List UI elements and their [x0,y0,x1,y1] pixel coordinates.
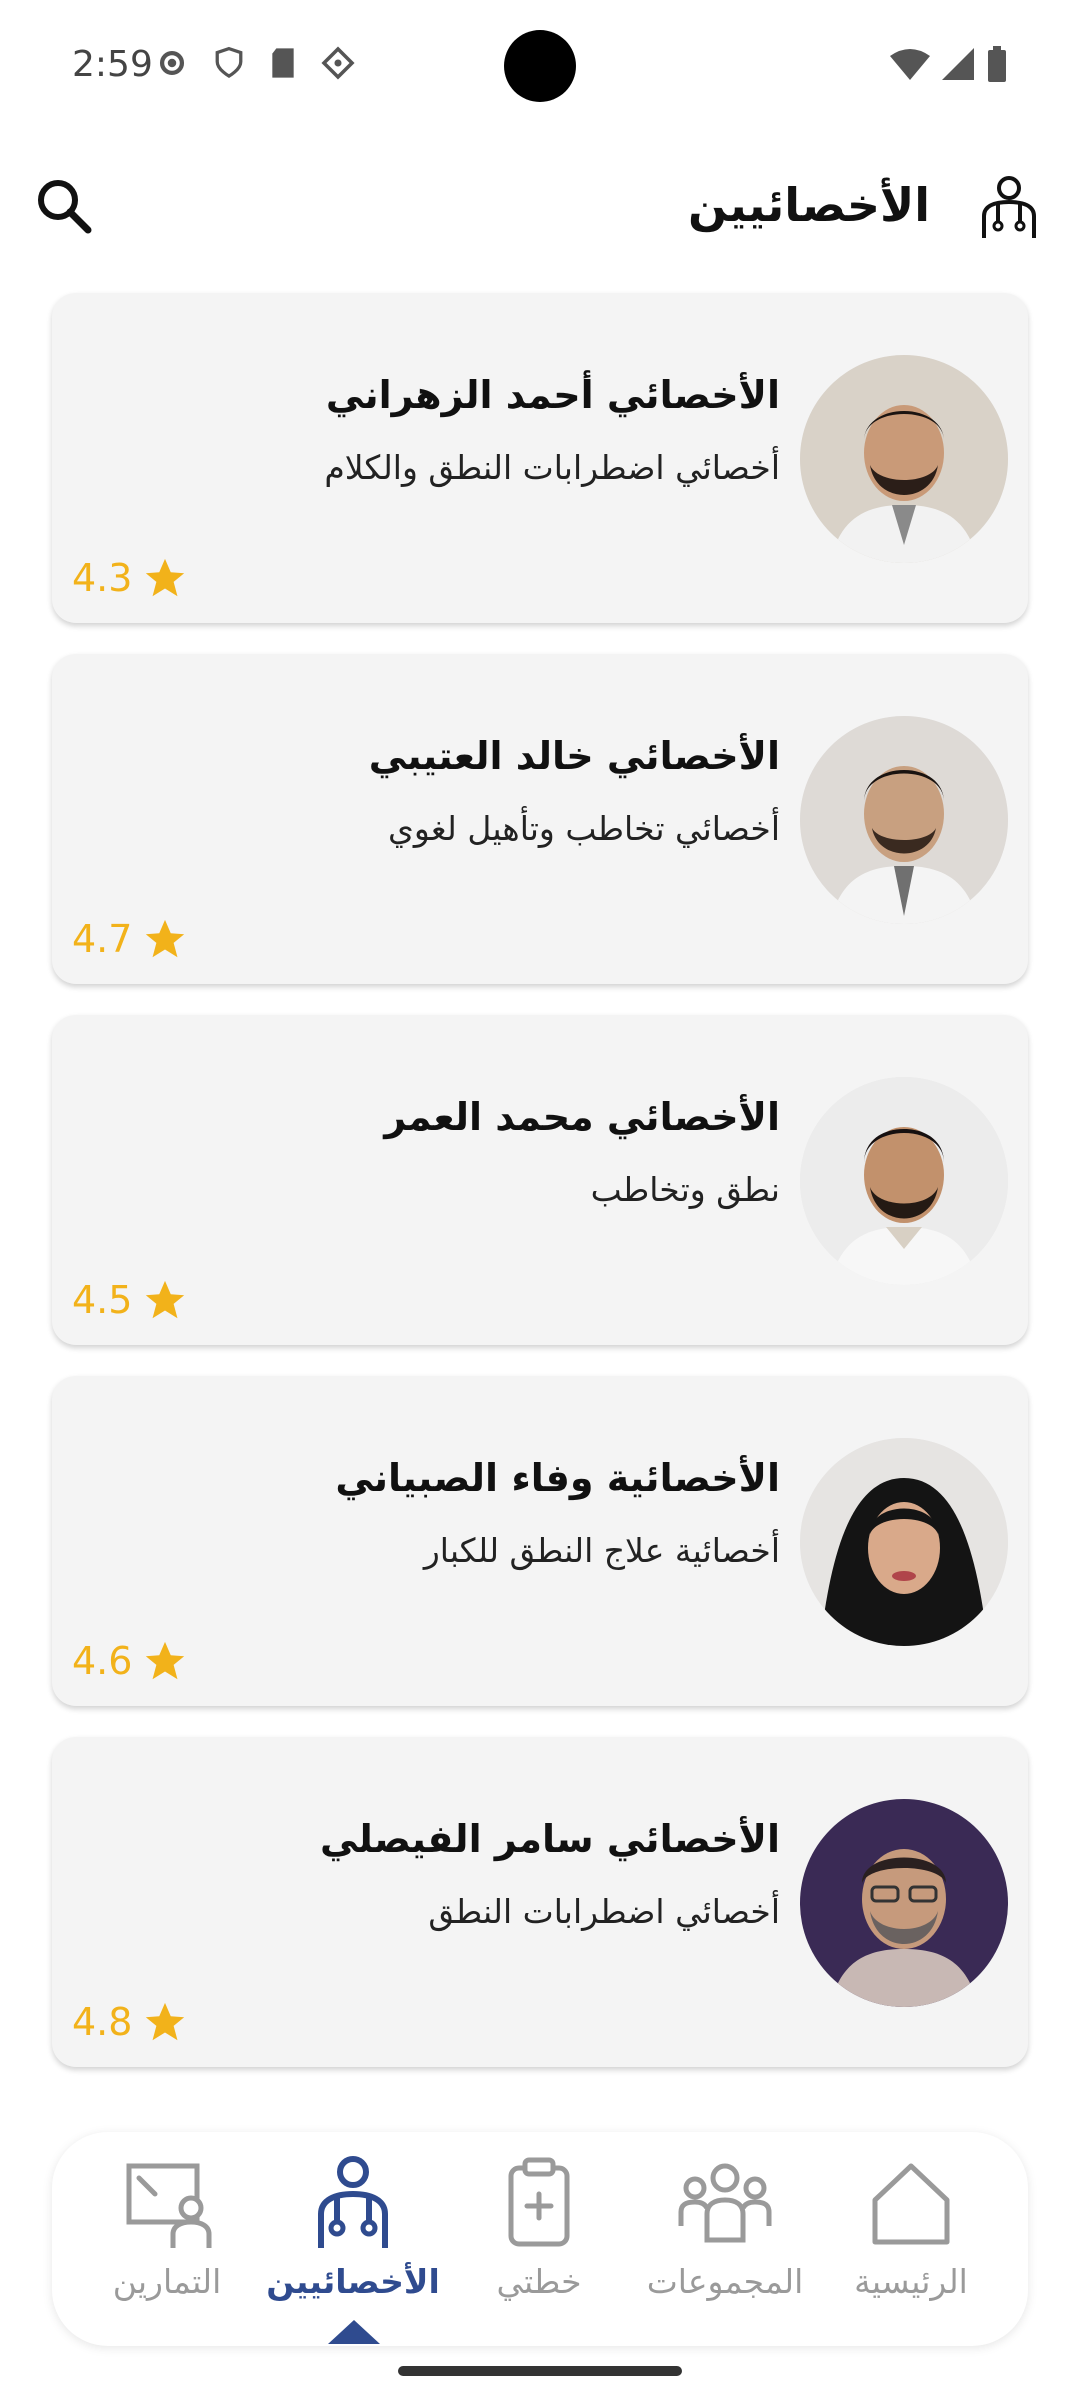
specialist-card[interactable]: الأخصائي خالد العتيبي أخصائي تخاطب وتأهي… [52,654,1028,984]
active-tab-indicator [328,2320,380,2344]
wifi-icon [890,49,930,80]
nav-groups[interactable]: المجموعات [630,2152,820,2332]
nav-label: المجموعات [646,2262,804,2301]
star-icon [146,1280,185,1319]
specialists-list: الأخصائي أحمد الزهراني أخصائي اضطرابات ا… [52,293,1028,2098]
nav-label: خطتي [496,2262,582,2301]
settings-icon [159,50,185,76]
exercise-board-icon [126,2163,212,2248]
search-icon [38,180,92,234]
star-icon [146,919,185,958]
star-icon [146,558,185,597]
rating-value: 4.3 [72,556,133,600]
rating: 4.8 [72,1999,188,2045]
battery-icon [988,46,1006,82]
nav-label: التمارين [112,2262,222,2301]
specialist-specialty: نطق وتخاطب [590,1170,780,1209]
nav-my-plan[interactable]: خطتي [444,2152,634,2332]
specialist-name: الأخصائي سامر الفيصلي [320,1817,780,1861]
specialist-icon [982,176,1036,238]
specialist-card[interactable]: الأخصائية وفاء الصبياني أخصائية علاج الن… [52,1376,1028,1706]
star-icon [146,1641,185,1680]
rating-value: 4.7 [72,917,133,961]
avatar [800,1799,1008,2007]
shield-icon [215,46,243,78]
page-title: الأخصائيين [688,178,930,232]
bottom-navigation: التمارين الأخصائيين خطتي المجموعات الرئي… [52,2132,1028,2346]
specialist-icon [318,2156,388,2248]
avatar [800,716,1008,924]
avatar [800,1438,1008,1646]
avatar [800,355,1008,563]
specialist-card[interactable]: الأخصائي محمد العمر نطق وتخاطب 4.5 [52,1015,1028,1345]
status-bar: 2:59 [0,0,1080,130]
status-time: 2:59 [72,44,153,85]
specialist-specialty: أخصائي اضطرابات النطق والكلام [324,448,780,487]
nav-label: الرئيسية [854,2262,968,2301]
camera-cutout [504,30,576,102]
app-bar: الأخصائيين [0,160,1080,260]
status-notification-icons [155,46,355,80]
status-system-icons [890,46,1008,82]
specialist-specialty: أخصائية علاج النطق للكبار [423,1531,780,1570]
specialist-specialty: أخصائي تخاطب وتأهيل لغوي [388,809,780,848]
specialist-name: الأخصائي محمد العمر [384,1095,780,1139]
clipboard-plus-icon [508,2157,570,2247]
nav-home[interactable]: الرئيسية [816,2152,1006,2332]
rating-value: 4.6 [72,1639,133,1683]
star-icon [146,2002,185,2041]
nav-exercises[interactable]: التمارين [72,2152,262,2332]
nav-label: الأخصائيين [266,2262,440,2301]
rating-value: 4.8 [72,2000,133,2044]
avatar [800,1077,1008,1285]
nfc-icon [321,46,355,80]
specialist-card[interactable]: الأخصائي سامر الفيصلي أخصائي اضطرابات ال… [52,1737,1028,2067]
rating: 4.7 [72,916,188,962]
specialist-name: الأخصائي خالد العتيبي [368,734,780,778]
sd-card-icon [272,48,294,78]
search-button[interactable] [28,170,100,242]
specialist-specialty: أخصائي اضطرابات النطق [428,1892,780,1931]
specialist-name: الأخصائية وفاء الصبياني [335,1456,780,1500]
rating-value: 4.5 [72,1278,133,1322]
specialist-name: الأخصائي أحمد الزهراني [325,373,780,417]
signal-icon [942,48,974,80]
rating: 4.3 [72,555,188,601]
nav-specialists[interactable]: الأخصائيين [258,2152,448,2332]
home-gesture-bar[interactable] [398,2366,682,2376]
home-icon [872,2163,950,2245]
specialist-card[interactable]: الأخصائي أحمد الزهراني أخصائي اضطرابات ا… [52,293,1028,623]
rating: 4.6 [72,1638,188,1684]
rating: 4.5 [72,1277,188,1323]
groups-icon [678,2163,772,2243]
